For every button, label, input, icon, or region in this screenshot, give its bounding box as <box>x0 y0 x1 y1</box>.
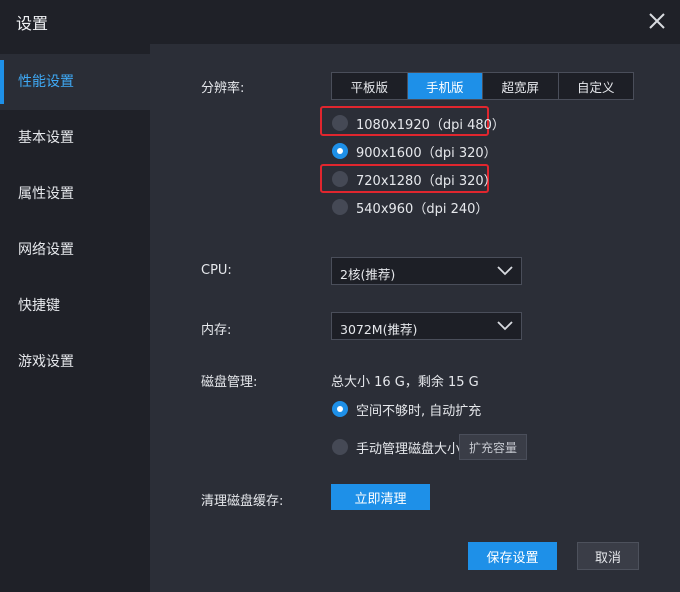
radio-checked-icon <box>332 401 348 417</box>
radio-icon <box>332 439 348 455</box>
sidebar-item-label: 性能设置 <box>18 74 74 90</box>
sidebar-item-network[interactable]: 网络设置 <box>0 222 150 278</box>
radio-checked-icon <box>332 143 348 159</box>
sidebar-item-properties[interactable]: 属性设置 <box>0 166 150 222</box>
resolution-option-540[interactable]: 540x960（dpi 240） <box>332 197 488 217</box>
sidebar-item-shortcuts[interactable]: 快捷键 <box>0 278 150 334</box>
sidebar-item-game[interactable]: 游戏设置 <box>0 334 150 390</box>
radio-icon <box>332 115 348 131</box>
sidebar-item-label: 快捷键 <box>18 298 60 314</box>
sidebar-item-label: 游戏设置 <box>18 354 74 370</box>
disk-manual-label: 手动管理磁盘大小 <box>356 441 461 457</box>
cancel-button[interactable]: 取消 <box>577 542 639 570</box>
disk-summary: 总大小 16 G，剩余 15 G <box>331 375 479 390</box>
resolution-option-label: 1080x1920（dpi 480） <box>356 117 505 133</box>
settings-panel: 分辨率: 平板版 手机版 超宽屏 自定义 1080x1920（dpi 480） … <box>150 44 680 592</box>
cpu-select[interactable]: 2核(推荐) <box>331 257 522 285</box>
clear-cache-button[interactable]: 立即清理 <box>331 484 430 510</box>
tab-phone[interactable]: 手机版 <box>407 73 483 99</box>
memory-label: 内存: <box>201 323 232 338</box>
sidebar-item-label: 网络设置 <box>18 242 74 258</box>
disk-auto-option[interactable]: 空间不够时, 自动扩充 <box>332 399 481 419</box>
radio-icon <box>332 171 348 187</box>
resolution-option-1080[interactable]: 1080x1920（dpi 480） <box>332 113 505 133</box>
disk-manual-option[interactable]: 手动管理磁盘大小 <box>332 437 460 457</box>
save-button[interactable]: 保存设置 <box>468 542 557 570</box>
resolution-option-900[interactable]: 900x1600（dpi 320） <box>332 141 497 161</box>
cpu-label: CPU: <box>201 263 232 278</box>
sidebar-item-label: 基本设置 <box>18 130 74 146</box>
tab-ultrawide[interactable]: 超宽屏 <box>483 73 559 99</box>
tab-custom[interactable]: 自定义 <box>559 73 634 99</box>
resolution-label: 分辨率: <box>201 81 245 96</box>
close-icon[interactable] <box>644 8 670 34</box>
disk-auto-label: 空间不够时, 自动扩充 <box>356 403 482 419</box>
chevron-down-icon <box>497 266 513 276</box>
sidebar: 性能设置 基本设置 属性设置 网络设置 快捷键 游戏设置 <box>0 44 150 592</box>
resolution-option-label: 720x1280（dpi 320） <box>356 173 497 189</box>
sidebar-item-performance[interactable]: 性能设置 <box>0 54 150 110</box>
sidebar-item-label: 属性设置 <box>18 186 74 202</box>
sidebar-item-basic[interactable]: 基本设置 <box>0 110 150 166</box>
radio-icon <box>332 199 348 215</box>
cache-label: 清理磁盘缓存: <box>201 494 284 509</box>
window-title: 设置 <box>16 14 49 33</box>
cpu-value: 2核(推荐) <box>340 267 396 282</box>
expand-capacity-button[interactable]: 扩充容量 <box>459 434 527 460</box>
memory-select[interactable]: 3072M(推荐) <box>331 312 522 340</box>
chevron-down-icon <box>497 321 513 331</box>
resolution-tabs: 平板版 手机版 超宽屏 自定义 <box>331 72 634 100</box>
title-bar: 设置 <box>0 0 680 44</box>
tab-tablet[interactable]: 平板版 <box>332 73 408 99</box>
resolution-option-720[interactable]: 720x1280（dpi 320） <box>332 169 497 189</box>
disk-label: 磁盘管理: <box>201 375 258 390</box>
resolution-option-label: 900x1600（dpi 320） <box>356 145 497 161</box>
resolution-option-label: 540x960（dpi 240） <box>356 201 489 217</box>
memory-value: 3072M(推荐) <box>340 322 418 337</box>
